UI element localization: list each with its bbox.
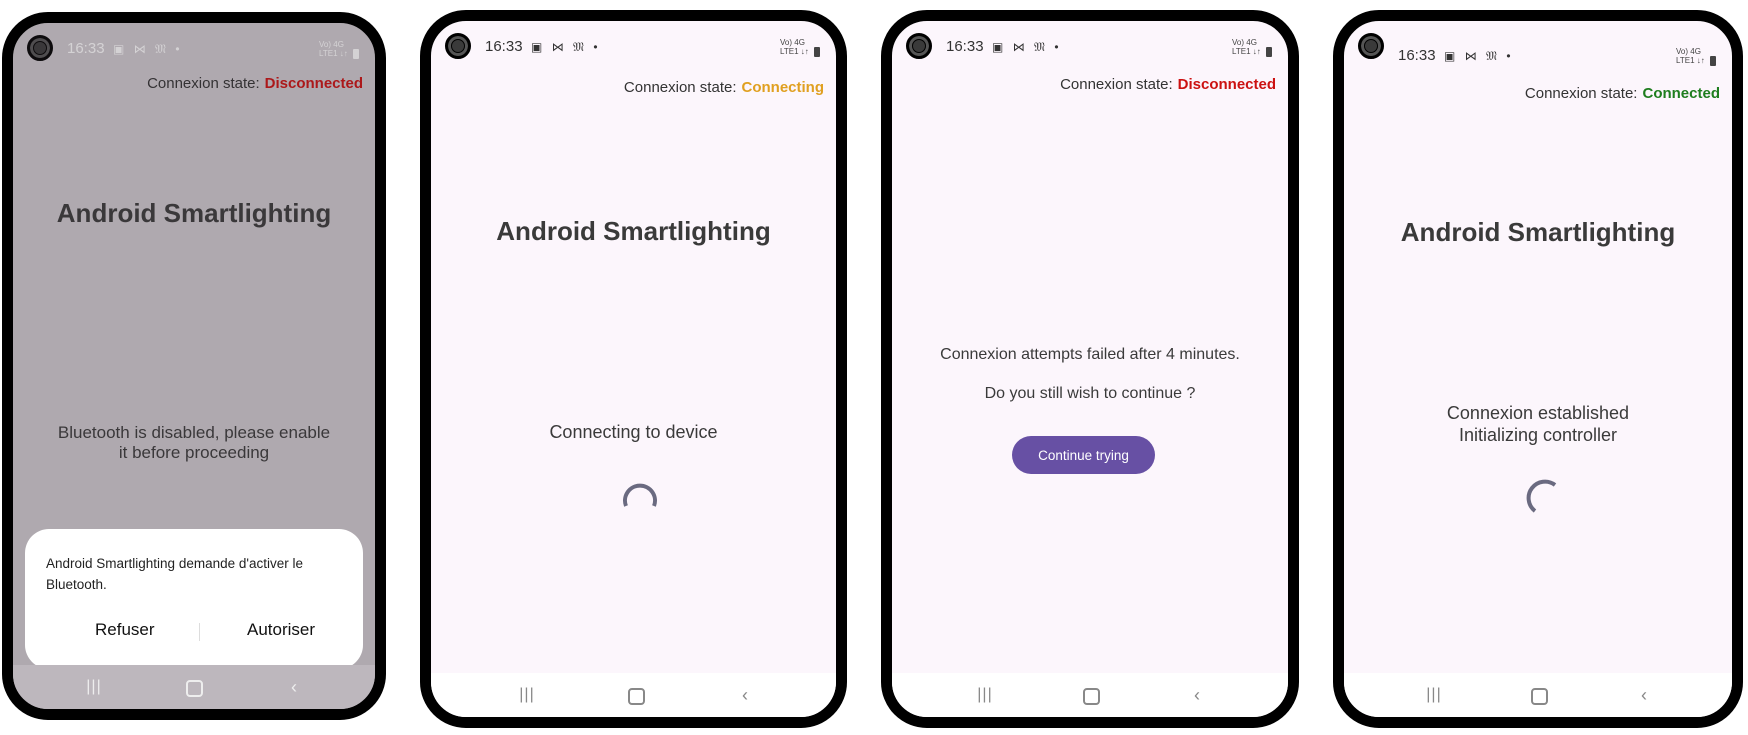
connection-failed-message: Connexion attempts failed after 4 minute… xyxy=(940,346,1240,363)
status-time: 16:33 xyxy=(485,38,523,55)
refuse-button[interactable]: Refuser xyxy=(95,620,155,640)
connexion-state-value: Connected xyxy=(1642,85,1720,102)
connexion-state-value: Disconnected xyxy=(1177,76,1276,93)
connexion-state-label: Connexion state: xyxy=(1524,85,1638,102)
system-nav-bar: ||| ‹ xyxy=(892,673,1288,717)
connexion-state-label: Connexion state: xyxy=(1060,76,1173,93)
phone-screen-4: 16:33 ▣ ⋈ 𝔐 • Vo) 4G LTE1 ↓↑ Connexion s… xyxy=(1333,10,1743,728)
connexion-state-value: Connecting xyxy=(741,79,825,96)
continue-question: Do you still wish to continue ? xyxy=(984,385,1196,402)
home-button[interactable] xyxy=(1076,682,1106,708)
network-sub-label: LTE1 ↓↑ xyxy=(1676,56,1705,66)
connexion-state-row: Connexion state: Disconnected xyxy=(1060,76,1276,93)
home-button[interactable] xyxy=(621,682,651,708)
system-nav-bar: ||| ‹ xyxy=(431,673,836,717)
network-sub-label: LTE1 ↓↑ xyxy=(1232,47,1261,57)
initializing-controller-message: Initializing controller xyxy=(1458,425,1618,445)
back-button[interactable]: ‹ xyxy=(730,682,760,708)
network-type-label: Vo) 4G xyxy=(1232,38,1257,47)
status-time: 16:33 xyxy=(946,38,984,55)
status-network-icons: Vo) 4G LTE1 ↓↑ xyxy=(1232,39,1272,57)
phone-screen-1: 16:33 ▣ ⋈ 𝔐 • Vo) 4G LTE1 ↓↑ Connexion s… xyxy=(2,12,386,720)
dialog-button-divider xyxy=(199,623,200,641)
front-camera xyxy=(1358,33,1384,59)
system-nav-bar: ||| ‹ xyxy=(1344,673,1732,717)
status-notification-icons: ▣ ⋈ 𝔐 • xyxy=(531,40,601,54)
battery-icon xyxy=(1266,47,1272,57)
back-button[interactable]: ‹ xyxy=(279,674,309,700)
front-camera xyxy=(906,33,932,59)
bluetooth-permission-dialog: Android Smartlighting demande d'activer … xyxy=(25,529,363,669)
network-sub-label: LTE1 ↓↑ xyxy=(780,47,809,57)
network-type-label: Vo) 4G xyxy=(1676,47,1701,56)
allow-button[interactable]: Autoriser xyxy=(247,620,315,640)
app-title: Android Smartlighting xyxy=(1400,217,1676,247)
connexion-state-label: Connexion state: xyxy=(623,79,737,96)
app-title: Android Smartlighting xyxy=(496,216,771,246)
battery-icon xyxy=(814,47,820,57)
connection-established-message: Connexion established xyxy=(1446,403,1630,423)
status-notification-icons: ▣ ⋈ 𝔐 • xyxy=(1444,49,1514,63)
loading-spinner-icon xyxy=(623,483,657,507)
back-button[interactable]: ‹ xyxy=(1629,682,1659,708)
continue-trying-button[interactable]: Continue trying xyxy=(1012,436,1155,474)
recents-button[interactable]: ||| xyxy=(1419,682,1449,708)
network-type-label: Vo) 4G xyxy=(780,38,805,47)
connexion-state-row: Connexion state: Connected xyxy=(1525,85,1720,102)
status-time: 16:33 xyxy=(1398,47,1436,64)
phone-screen-2: 16:33 ▣ ⋈ 𝔐 • Vo) 4G LTE1 ↓↑ Connexion s… xyxy=(420,10,847,728)
home-button[interactable] xyxy=(179,674,209,700)
recents-button[interactable]: ||| xyxy=(79,674,109,700)
recents-button[interactable]: ||| xyxy=(512,682,542,708)
status-network-icons: Vo) 4G LTE1 ↓↑ xyxy=(780,39,820,57)
connecting-message: Connecting to device xyxy=(549,422,718,442)
battery-icon xyxy=(1710,56,1716,66)
connexion-state-row: Connexion state: Connecting xyxy=(624,79,824,96)
status-network-icons: Vo) 4G LTE1 ↓↑ xyxy=(1676,48,1716,66)
phone-screen-3: 16:33 ▣ ⋈ 𝔐 • Vo) 4G LTE1 ↓↑ Connexion s… xyxy=(881,10,1299,728)
home-button[interactable] xyxy=(1524,682,1554,708)
front-camera xyxy=(445,33,471,59)
recents-button[interactable]: ||| xyxy=(970,682,1000,708)
back-button[interactable]: ‹ xyxy=(1182,682,1212,708)
dialog-message: Android Smartlighting demande d'activer … xyxy=(46,556,303,592)
loading-spinner-icon xyxy=(1526,479,1557,513)
system-nav-bar: ||| ‹ xyxy=(13,665,375,709)
status-notification-icons: ▣ ⋈ 𝔐 • xyxy=(992,40,1062,54)
